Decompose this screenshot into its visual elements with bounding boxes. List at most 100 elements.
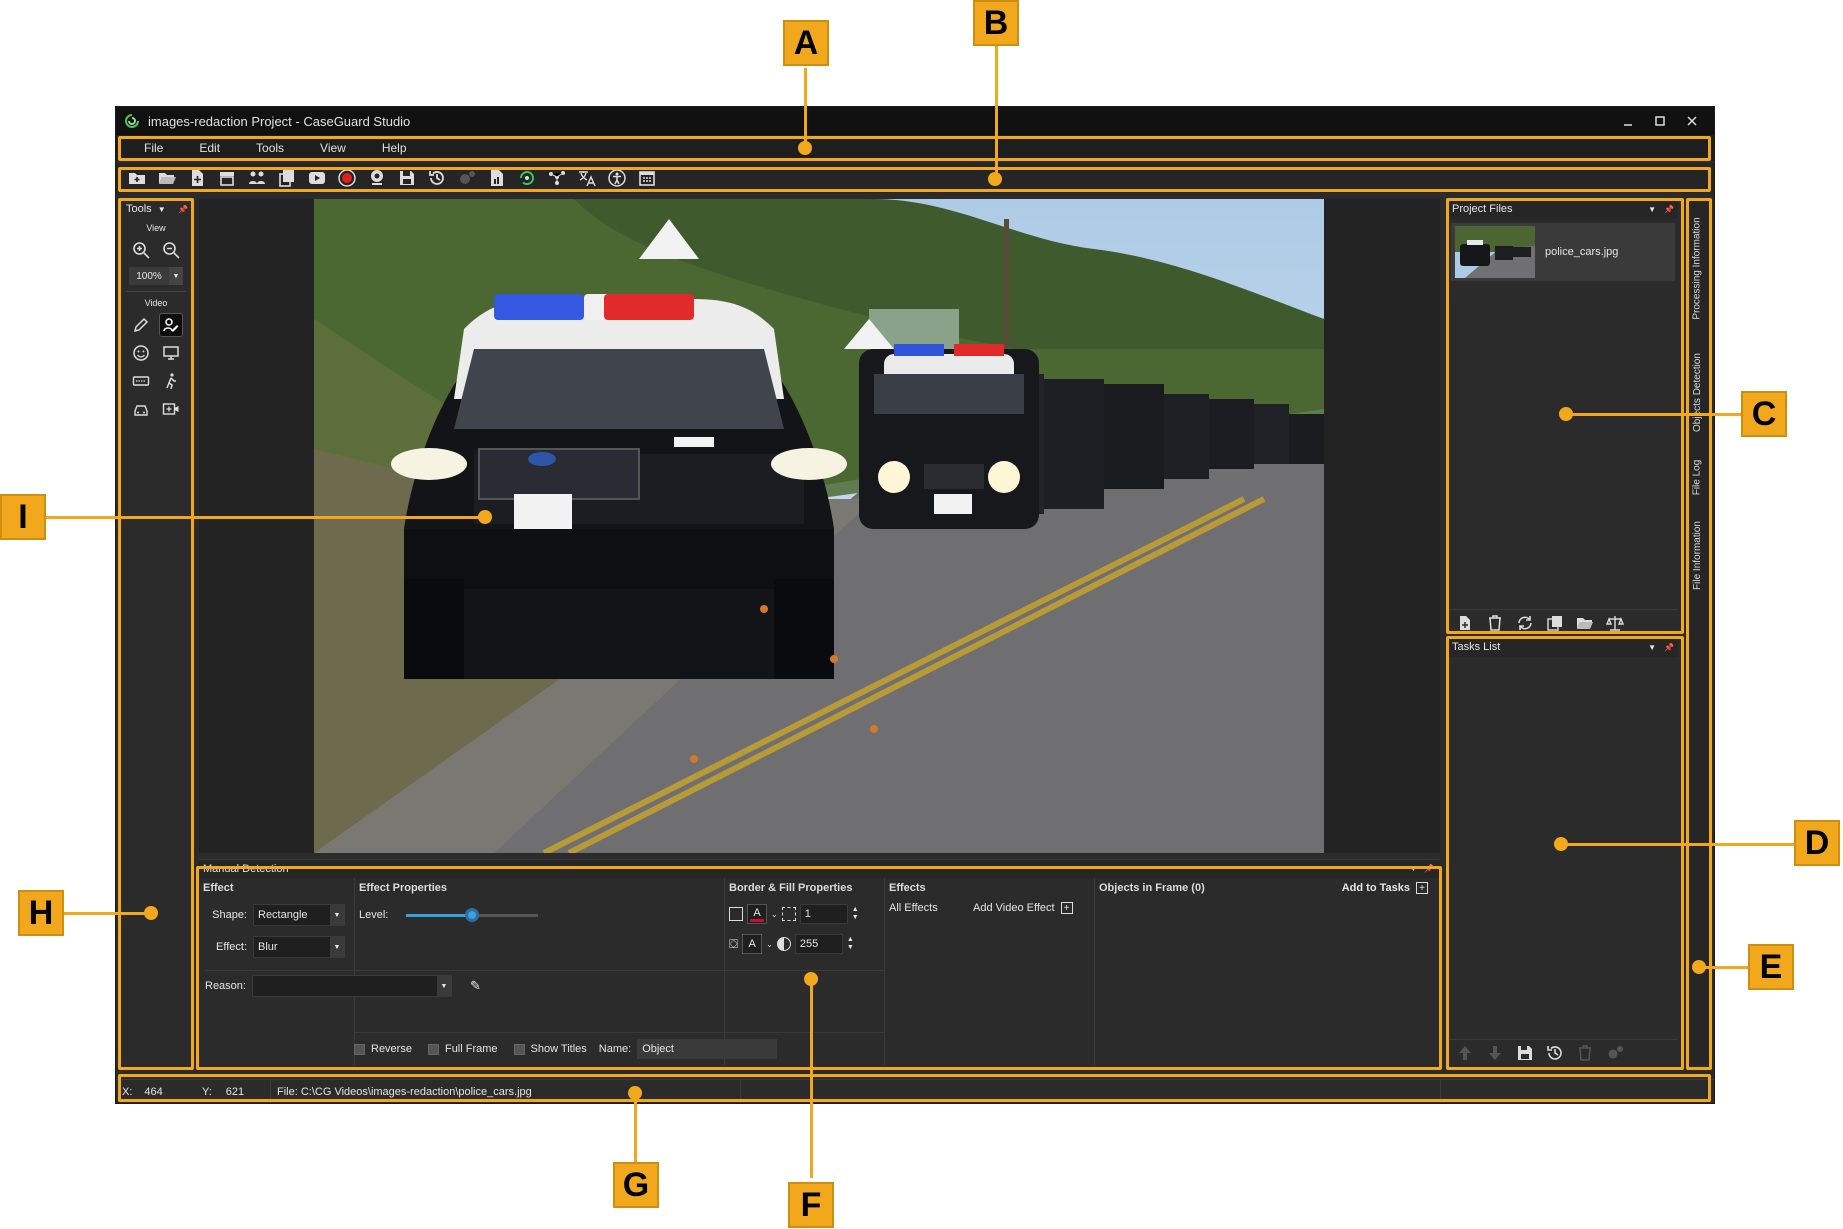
effect-header: Effect: [203, 882, 234, 894]
border-width-field[interactable]: 1: [799, 904, 848, 924]
youtube-button[interactable]: [302, 165, 332, 191]
add-video-effect-label[interactable]: Add Video Effect: [973, 902, 1055, 914]
level-slider[interactable]: [406, 908, 539, 922]
chevron-down-icon: ▼: [436, 976, 451, 996]
refresh-button[interactable]: [1514, 612, 1536, 634]
draw-tool-button[interactable]: [130, 314, 152, 336]
face-detection-button[interactable]: [130, 342, 152, 364]
stepper-icon[interactable]: ▲ ▼: [852, 906, 859, 922]
pin-icon[interactable]: 📌: [1664, 643, 1674, 652]
pin-icon[interactable]: 📌: [178, 205, 188, 214]
fill-bucket-icon[interactable]: ⛋: [729, 937, 738, 952]
person-detection-button[interactable]: [160, 370, 182, 392]
file-list-item[interactable]: police_cars.jpg: [1451, 223, 1675, 281]
tab-file-log[interactable]: File Log: [1686, 451, 1708, 503]
move-up-button[interactable]: [1454, 1042, 1476, 1064]
panel-controls-icon[interactable]: ▼ 📌: [1409, 860, 1434, 878]
dropdown-arrow-icon[interactable]: ▼: [158, 205, 166, 214]
zoom-in-button[interactable]: [130, 239, 152, 261]
reason-select[interactable]: ▼: [251, 975, 452, 997]
full-frame-checkbox[interactable]: [427, 1043, 439, 1055]
tab-objects-detection[interactable]: Objects Detection: [1686, 337, 1708, 447]
plus-box-icon[interactable]: +: [1416, 882, 1428, 894]
manual-detection-button[interactable]: [159, 313, 183, 337]
copy-file-button[interactable]: [1544, 612, 1566, 634]
save-button[interactable]: [392, 165, 422, 191]
compare-button[interactable]: [1604, 612, 1626, 634]
translate-button[interactable]: [572, 165, 602, 191]
minimize-button[interactable]: [1612, 111, 1644, 131]
shape-select[interactable]: Rectangle ▼: [253, 904, 345, 926]
maximize-button[interactable]: [1644, 111, 1676, 131]
calendar-icon: [639, 171, 655, 186]
menu-file[interactable]: File: [126, 135, 181, 161]
task-settings-button[interactable]: [1604, 1042, 1626, 1064]
photo-image: [314, 199, 1324, 853]
close-button[interactable]: [1676, 111, 1708, 131]
history-button[interactable]: [1544, 1042, 1566, 1064]
manual-detection-panel: Manual Detection ▼ 📌 Effect Shape: Recta…: [199, 859, 1440, 1065]
pencil-icon: [133, 317, 149, 333]
add-video-effect-button[interactable]: [160, 398, 182, 420]
report-button[interactable]: [482, 165, 512, 191]
archive-button[interactable]: [212, 165, 242, 191]
add-file-button[interactable]: [182, 165, 212, 191]
dropdown-arrow-icon[interactable]: ▼: [1648, 205, 1656, 214]
opacity-field[interactable]: 255: [794, 934, 843, 954]
zoom-level-field[interactable]: 100%: [129, 267, 169, 285]
dropdown-arrow-icon[interactable]: ▼: [1648, 643, 1656, 652]
move-down-button[interactable]: [1484, 1042, 1506, 1064]
screen-detection-button[interactable]: [160, 342, 182, 364]
vehicle-detection-button[interactable]: [130, 398, 152, 420]
history-button[interactable]: [422, 165, 452, 191]
zoom-out-button[interactable]: [160, 239, 182, 261]
show-titles-checkbox[interactable]: [513, 1043, 525, 1055]
accessibility-button[interactable]: [602, 165, 632, 191]
all-effects-label[interactable]: All Effects: [889, 902, 938, 914]
shape-label: Shape:: [212, 909, 247, 921]
webcam-button[interactable]: [362, 165, 392, 191]
open-project-button[interactable]: [152, 165, 182, 191]
tab-file-information[interactable]: File Information: [1686, 507, 1708, 603]
chevron-down-icon[interactable]: ⌄: [766, 940, 773, 949]
add-to-tasks-label[interactable]: Add to Tasks: [1342, 882, 1410, 894]
menu-tools[interactable]: Tools: [238, 135, 302, 161]
tab-label: File Information: [1691, 520, 1703, 590]
plus-box-icon[interactable]: +: [1060, 902, 1073, 914]
chevron-down-icon[interactable]: ⌄: [771, 910, 778, 919]
media-viewport[interactable]: [199, 199, 1440, 853]
pin-icon[interactable]: 📌: [1664, 205, 1674, 214]
record-button[interactable]: [332, 165, 362, 191]
menu-view[interactable]: View: [302, 135, 364, 161]
people-detection-button[interactable]: [242, 165, 272, 191]
reverse-checkbox[interactable]: [354, 1043, 365, 1055]
level-slider-thumb[interactable]: [465, 908, 480, 922]
project-files-header: Project Files ▼ 📌: [1448, 199, 1678, 219]
menu-edit[interactable]: Edit: [181, 135, 238, 161]
tab-processing-information[interactable]: Processing Information: [1686, 203, 1708, 333]
settings-disabled-button[interactable]: [452, 165, 482, 191]
menu-help[interactable]: Help: [364, 135, 425, 161]
edit-icon[interactable]: ✎: [470, 978, 481, 994]
border-color-button[interactable]: A: [747, 904, 767, 924]
save-tasks-button[interactable]: [1514, 1042, 1536, 1064]
refresh-audio-button[interactable]: [512, 165, 542, 191]
border-square-icon[interactable]: [729, 907, 743, 921]
tracking-button[interactable]: [542, 165, 572, 191]
delete-task-button[interactable]: [1574, 1042, 1596, 1064]
delete-file-button[interactable]: [1484, 612, 1506, 634]
police-cars-photo[interactable]: [314, 199, 1324, 853]
add-file-icon: [1460, 615, 1470, 630]
copy-files-button[interactable]: [272, 165, 302, 191]
label-e: E: [1748, 944, 1794, 990]
fill-color-button[interactable]: A: [742, 934, 763, 954]
open-folder-button[interactable]: [1574, 612, 1596, 634]
stepper-icon[interactable]: ▲ ▼: [847, 936, 854, 952]
license-plate-button[interactable]: [130, 370, 152, 392]
name-input[interactable]: Object: [637, 1039, 778, 1059]
effect-select[interactable]: Blur ▼: [253, 936, 345, 958]
new-project-button[interactable]: [122, 165, 152, 191]
calendar-button[interactable]: [632, 165, 662, 191]
add-file-button[interactable]: [1454, 612, 1476, 634]
zoom-dropdown-icon[interactable]: ▼: [169, 267, 183, 285]
